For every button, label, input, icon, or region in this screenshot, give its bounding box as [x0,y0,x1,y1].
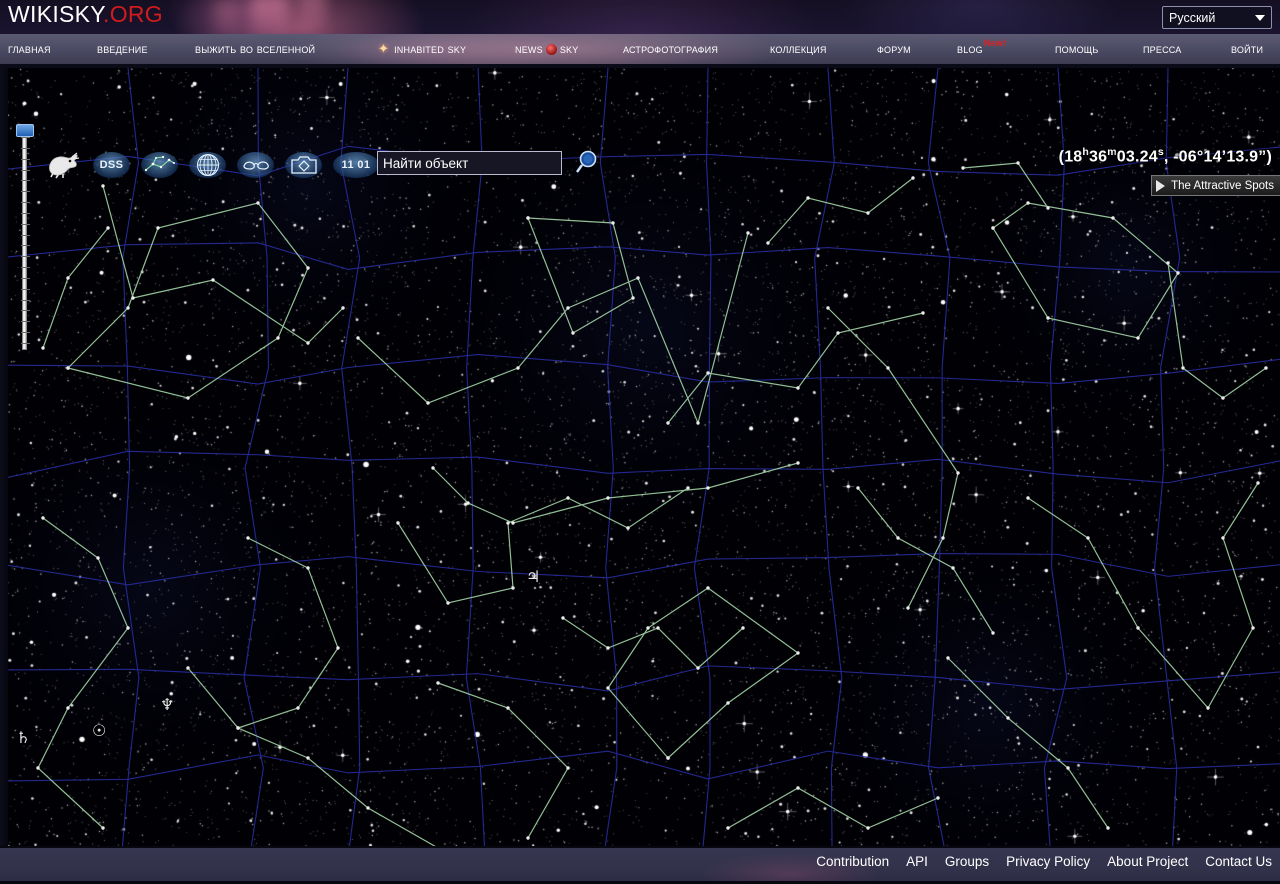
language-selected-label: Русский [1169,10,1216,25]
nav-item-label: Войти [1231,42,1264,56]
constellation-figure-lines [36,161,1268,846]
ra-hours: 18 [1064,148,1083,166]
footer-link-contact-us[interactable]: Contact Us [1205,854,1272,869]
nav-item-помощь[interactable]: Помощь [1055,34,1099,64]
logo-text-dot: . [103,1,110,27]
chevron-down-icon [1255,14,1265,21]
declination: -06°14’13.9” [1173,148,1267,166]
nav-item-news[interactable]: News Sky [515,34,578,64]
nav-item-inhabited-sky[interactable]: ✦ Inhabited Sky [378,34,466,64]
footer-link-groups[interactable]: Groups [945,854,989,869]
zoom-slider-tick [21,202,30,204]
zoom-slider-tick [21,158,30,160]
nav-item-label: Inhabited Sky [394,42,467,56]
magnifier-icon[interactable] [575,148,605,178]
nav-item-астрофотография[interactable]: Астрофотография [623,34,718,64]
zoom-slider-tick [21,212,30,214]
zoom-slider-tick [21,321,30,323]
zoom-slider-tick [21,332,30,334]
zoom-slider-tick [21,267,30,269]
footer-link-privacy-policy[interactable]: Privacy Policy [1006,854,1090,869]
zoom-slider-tick [21,288,30,290]
zoom-slider-tick [21,223,30,225]
constellation-lines-icon[interactable] [141,152,178,178]
nav-item-введение[interactable]: Введение [97,34,148,64]
nav-item-label: News [515,42,543,56]
ra-minutes-unit: m [1107,146,1117,158]
dss-survey-button[interactable]: DSS [93,152,130,178]
nav-item-label: Коллекция [770,42,827,56]
deep-sky-object-marker: ☉ [92,721,107,740]
main-navigation: Главная Введение Выжить во Вселенной ✦ Inhab… [0,34,1280,66]
map-toolbar: DSS 11 01 [44,148,379,182]
logo-text-main: WIKISKY [8,1,103,27]
nebula-decoration [214,2,236,34]
new-badge: New! [983,38,1007,48]
coordinate-grid-icon[interactable] [189,152,226,178]
footer-links: Contribution API Groups Privacy Policy About… [816,854,1272,869]
logo-text-org: ORG [109,1,163,27]
site-logo[interactable]: WIKISKY.ORG [8,1,163,28]
sky-map-canvas[interactable]: ♃ ♄ ♆ ☉ [8,68,1280,846]
zoom-slider-tick [21,191,30,193]
zoom-slider-tick [21,245,30,247]
zoom-slider[interactable] [16,120,34,352]
nav-item-label: Астрофотография [623,42,719,56]
nav-item-выжить-во-вселенной[interactable]: Выжить во Вселенной [195,34,315,64]
zoom-slider-tick [21,310,30,312]
nav-item-форум[interactable]: Форум [877,34,911,64]
jupiter-symbol: ♃ [526,567,541,586]
zoom-slider-tick [21,256,30,258]
zoom-slider-handle[interactable] [16,124,34,138]
coordinates-readout: (18h36m03.24s, -06°14’13.9”) [1058,146,1272,166]
zoom-slider-tick [21,169,30,171]
red-dot-icon [545,43,557,55]
nebula-decoration [300,0,326,34]
nav-item-label: Введение [97,42,148,56]
nav-item-войти[interactable]: Войти [1231,34,1263,64]
zoom-slider-tick [21,137,30,138]
zoom-slider-tick [21,234,30,236]
constellation-lines-layer [8,68,1280,846]
zoom-slider-tick [21,299,30,301]
attractive-spots-label: The Attractive Spots [1171,179,1274,192]
nav-item-коллекция[interactable]: Коллекция [770,34,827,64]
saturn-symbol: ♄ [16,728,31,747]
zoom-slider-tick [21,343,30,344]
zoom-slider-tick [21,277,30,279]
site-footer: Contribution API Groups Privacy Policy About… [0,846,1280,884]
zoom-slider-track[interactable] [21,130,30,350]
footer-link-about-project[interactable]: About Project [1107,854,1188,869]
sky-map-left-gutter [0,68,8,846]
neptune-symbol: ♆ [160,695,175,714]
nav-item-label: Форум [877,42,911,56]
sky-map-container: ♃ ♄ ♆ ☉ DSS 11 01 Найти объект (18h36m03… [0,68,1280,846]
nav-item-label-extra: Sky [559,42,579,56]
nav-item-label: Blog [957,42,983,56]
attractive-spots-button[interactable]: The Attractive Spots [1151,175,1280,196]
star-icon: ✦ [378,41,390,56]
magnitude-limit-button[interactable]: 11 01 [333,152,379,178]
screenshot-camera-icon[interactable] [285,152,322,178]
nav-item-label: Выжить во Вселенной [195,42,316,56]
search-input[interactable]: Найти объект [377,151,562,175]
nav-item-label: Главная [8,42,51,56]
footer-link-api[interactable]: API [906,854,928,869]
nebula-decoration [252,0,288,34]
nav-item-главная[interactable]: Главная [8,34,51,64]
ra-minutes: 36 [1089,148,1108,166]
play-triangle-icon [1156,179,1166,192]
ra-seconds: 03.24 [1116,148,1158,166]
zoom-slider-tick [21,180,30,182]
site-header: WIKISKY.ORG Русский [0,0,1280,34]
nav-item-blog[interactable]: Blog New! [957,34,1006,64]
nav-item-label: Пресса [1143,42,1182,56]
zoom-slider-tick [21,147,30,149]
language-selector[interactable]: Русский [1162,6,1272,29]
constellation-figures-icon[interactable] [237,152,274,178]
footer-link-contribution[interactable]: Contribution [816,854,889,869]
nav-item-пресса[interactable]: Пресса [1143,34,1181,64]
constellation-art-creature-icon[interactable] [44,150,82,180]
nav-item-label: Помощь [1055,42,1099,56]
